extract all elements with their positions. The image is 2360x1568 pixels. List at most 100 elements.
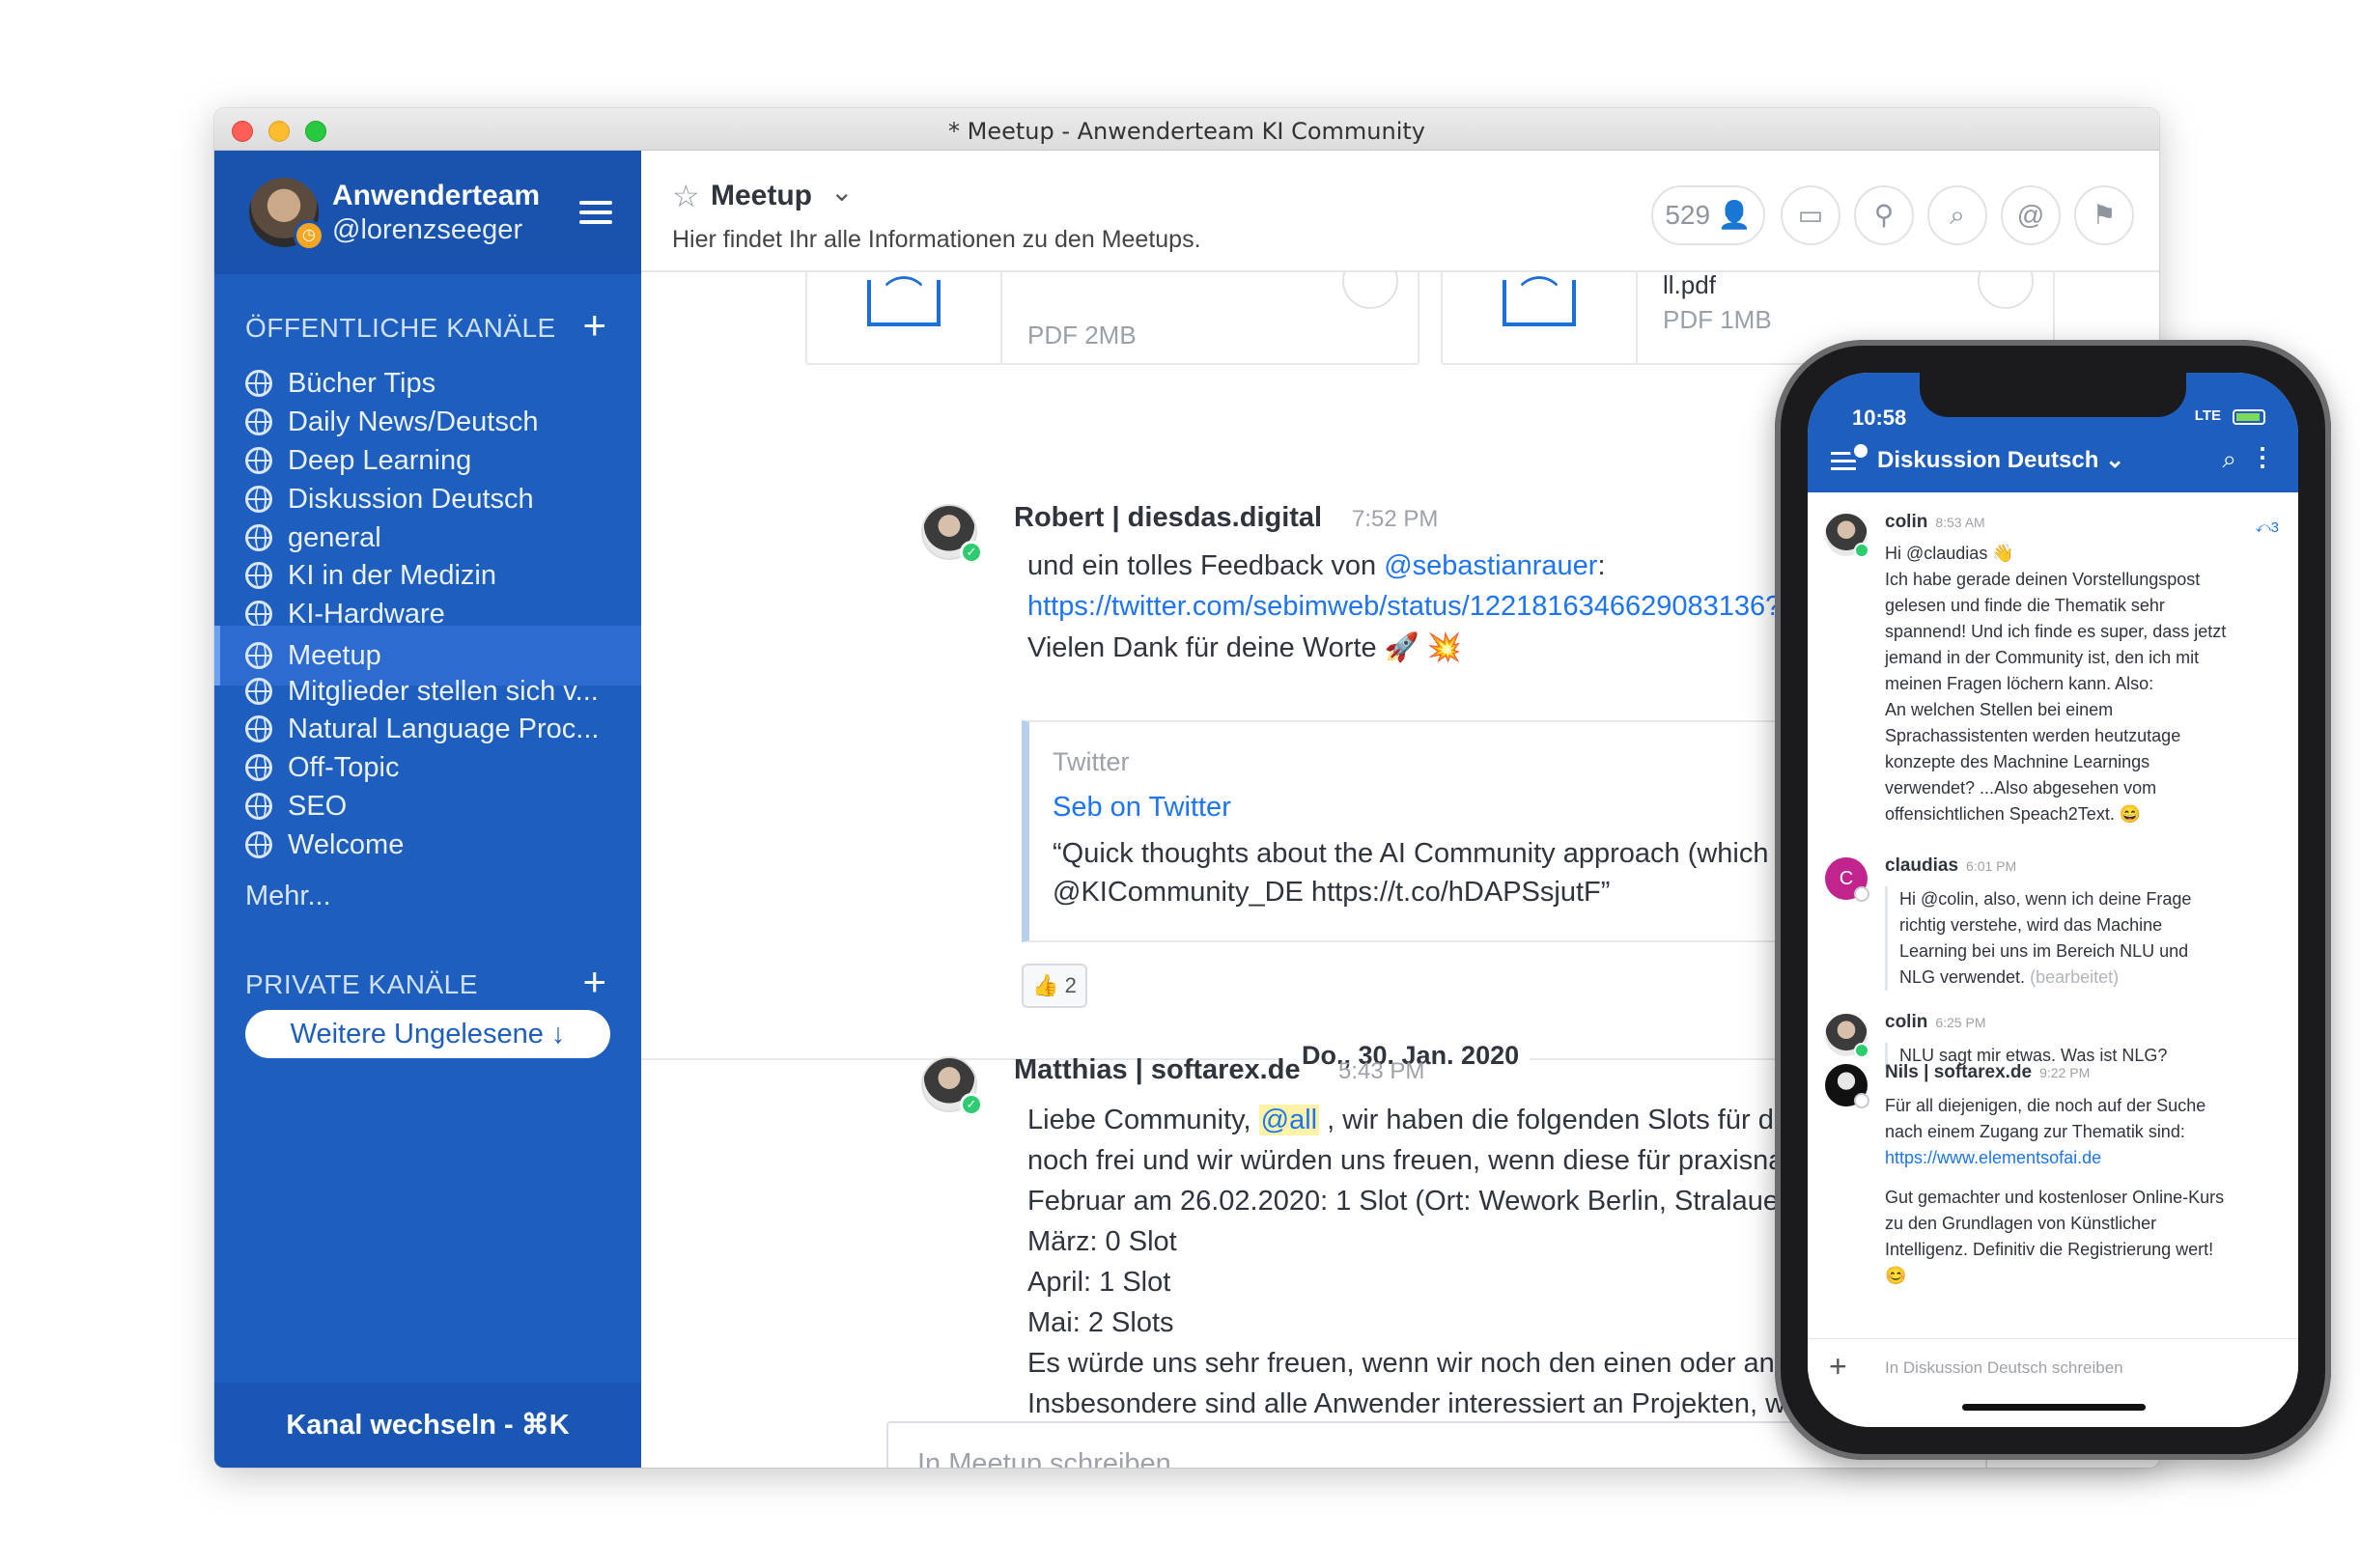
message-text: Hi @claudias 👋 Ich habe gerade deinen Vo…	[1885, 541, 2281, 827]
message-line: nach einem Zugang zur Thematik sind:	[1885, 1122, 2185, 1141]
more-options-icon[interactable]: ⋮	[2250, 442, 2275, 472]
online-status-icon	[1854, 543, 1869, 558]
battery-icon	[2233, 409, 2265, 425]
channel-label: Welcome	[288, 828, 405, 860]
pdf-icon: ⌒	[1503, 277, 1576, 326]
search-icon[interactable]: ⌕	[2222, 444, 2236, 475]
all-mention-link[interactable]: @all	[1258, 1105, 1320, 1135]
search-icon: ⌕	[1950, 200, 1965, 230]
message-input[interactable]: In Meetup schreiben	[917, 1448, 1786, 1468]
mention-icon: @	[2016, 200, 2045, 230]
globe-icon	[245, 831, 272, 858]
phone-screen: 10:58 LTE Diskussion Deutsch ⌄ ⌕ ⋮ colin…	[1808, 373, 2298, 1427]
pin-icon: ⚲	[1873, 200, 1895, 230]
message-line: Für all diejenigen, die noch auf der Suc…	[1885, 1096, 2206, 1115]
message-time: 6:01 PM	[1966, 858, 2017, 874]
thread-reply-count[interactable]: ⤺3	[2256, 519, 2279, 536]
file-meta: PDF 2MB	[1027, 321, 1137, 350]
file-thumbnail: ⌒	[1443, 272, 1638, 363]
sidebar-item-welcome[interactable]: Welcome	[214, 815, 641, 875]
public-channels-title: ÖFFENTLICHE KANÄLE	[245, 313, 556, 343]
user-mention-link[interactable]: @sebastianrauer	[1384, 550, 1597, 581]
preview-title-link[interactable]: Seb on Twitter	[1053, 792, 1231, 824]
message-line: spannend! Und ich finde es super, dass j…	[1885, 622, 2227, 641]
message-line: Hi @claudias 👋	[1885, 544, 2014, 563]
phone-room-title[interactable]: Diskussion Deutsch ⌄	[1877, 446, 2124, 474]
phone-clock: 10:58	[1852, 406, 1907, 430]
username: @lorenzseeger	[332, 214, 523, 245]
preview-text: @KICommunity_DE https://t.co/hDAPSsjutF”	[1053, 877, 1611, 908]
thumbs-up-icon: 👍	[1032, 973, 1059, 997]
window-title: * Meetup - Anwenderteam KI Community	[948, 118, 1425, 145]
message-line-text: NLG verwendet.	[1899, 967, 2026, 987]
message-time: 6:25 PM	[1935, 1015, 1986, 1030]
file-name: ll.pdf	[1663, 270, 1716, 299]
reaction-count: 2	[1064, 973, 1077, 997]
message-line: Gut gemachter und kostenloser Online-Kur…	[1885, 1188, 2225, 1207]
home-indicator[interactable]	[1962, 1404, 2146, 1411]
message-time: 7:52 PM	[1352, 506, 1439, 532]
switch-channel-button[interactable]: Kanal wechseln - ⌘K	[214, 1383, 641, 1468]
message-author[interactable]: Matthias | softarex.de	[1014, 1054, 1301, 1086]
message-line: konzepte des Machnine Learnings	[1885, 752, 2150, 771]
message-text: und ein tolles Feedback von @sebastianra…	[1027, 550, 1606, 582]
search-button[interactable]: ⌕	[1927, 185, 1987, 245]
message-line: Ich habe gerade deinen Vorstellungspost	[1885, 570, 2201, 589]
sidebar-header: ◷ Anwenderteam @lorenzseeger	[214, 151, 641, 274]
more-channels-link[interactable]: Mehr...	[245, 881, 331, 912]
hamburger-menu-icon[interactable]	[579, 201, 612, 224]
author-name: claudias	[1885, 855, 1959, 876]
preview-source: Twitter	[1053, 747, 1130, 776]
message-line: verwendet? ...Also abgesehen vom	[1885, 778, 2157, 798]
members-icon: 👤	[1717, 200, 1752, 230]
more-unread-button[interactable]: Weitere Ungelesene ↓	[245, 1010, 610, 1058]
report-button[interactable]: ⚑	[2074, 185, 2134, 245]
favorite-star-icon[interactable]: ☆	[672, 178, 700, 214]
message-time: 8:53 AM	[1935, 515, 1985, 530]
file-meta: PDF 1MB	[1663, 305, 1772, 334]
create-private-channel-button[interactable]: +	[582, 962, 606, 1002]
message-author[interactable]: colin 8:53 AM	[1885, 512, 1985, 533]
pinned-messages-button[interactable]: ⚲	[1854, 185, 1914, 245]
external-link[interactable]: https://www.elementsofai.de	[1885, 1145, 2281, 1171]
mentions-button[interactable]: @	[2001, 185, 2061, 245]
message-text: April: 1 Slot	[1027, 1267, 1171, 1298]
file-thumbnail: ⌒	[807, 272, 1002, 363]
message-line: jemand in der Community ist, den ich mit	[1885, 648, 2200, 667]
phone-header: 10:58 LTE Diskussion Deutsch ⌄ ⌕ ⋮	[1808, 373, 2298, 492]
room-topic: Hier findet Ihr alle Informationen zu de…	[672, 226, 1201, 253]
message-line: Hi @colin, also, wenn ich deine Frage	[1899, 889, 2192, 909]
member-count: 529	[1665, 200, 1711, 230]
unread-indicator-icon	[1850, 440, 1871, 462]
phone-notch	[1920, 373, 2186, 417]
reaction-button[interactable]: 👍 2	[1022, 964, 1087, 1008]
team-name: Anwenderteam	[332, 180, 541, 211]
message-line: NLG verwendet. (bearbeitet)	[1899, 965, 2281, 991]
online-status-icon	[1854, 1043, 1869, 1058]
message-line: 😊	[1885, 1266, 1907, 1285]
video-call-button[interactable]: ▭	[1781, 185, 1840, 245]
message-author[interactable]: claudias 6:01 PM	[1885, 855, 2016, 877]
members-button[interactable]: 529 👤	[1651, 185, 1765, 245]
online-status-icon: ✓	[960, 541, 983, 564]
message-line: richtig verstehe, wird das Machine	[1899, 915, 2163, 935]
online-status-icon: ✓	[960, 1093, 983, 1116]
plus-icon[interactable]: +	[1829, 1349, 1847, 1385]
private-channels-title: PRIVATE KANÄLE	[245, 969, 478, 999]
message-text: Für all diejenigen, die noch auf der Suc…	[1885, 1093, 2281, 1289]
message-author[interactable]: Nils | softarex.de 9:22 PM	[1885, 1062, 2090, 1083]
phone-frame: 10:58 LTE Diskussion Deutsch ⌄ ⌕ ⋮ colin…	[1775, 340, 2331, 1460]
message-author[interactable]: colin 6:25 PM	[1885, 1012, 1985, 1033]
phone-composer[interactable]: + In Diskussion Deutsch schreiben	[1808, 1338, 2298, 1427]
message-text: Mai: 2 Slots	[1027, 1307, 1174, 1338]
tweet-link[interactable]: https://twitter.com/sebimweb/status/1221…	[1027, 591, 1842, 623]
sidebar: ◷ Anwenderteam @lorenzseeger ÖFFENTLICHE…	[214, 151, 641, 1468]
phone-message-input[interactable]: In Diskussion Deutsch schreiben	[1885, 1358, 2123, 1378]
file-attachment[interactable]: ⌒ PDF 2MB	[805, 253, 1419, 365]
chevron-down-icon[interactable]: ⌄	[830, 176, 853, 208]
create-public-channel-button[interactable]: +	[582, 305, 606, 346]
signal-indicator: LTE	[2194, 407, 2221, 424]
room-name: Meetup	[711, 180, 812, 211]
message-author[interactable]: Robert | diesdas.digital	[1014, 502, 1322, 534]
message-line: meinen Fragen löchern kann. Also:	[1885, 674, 2154, 693]
